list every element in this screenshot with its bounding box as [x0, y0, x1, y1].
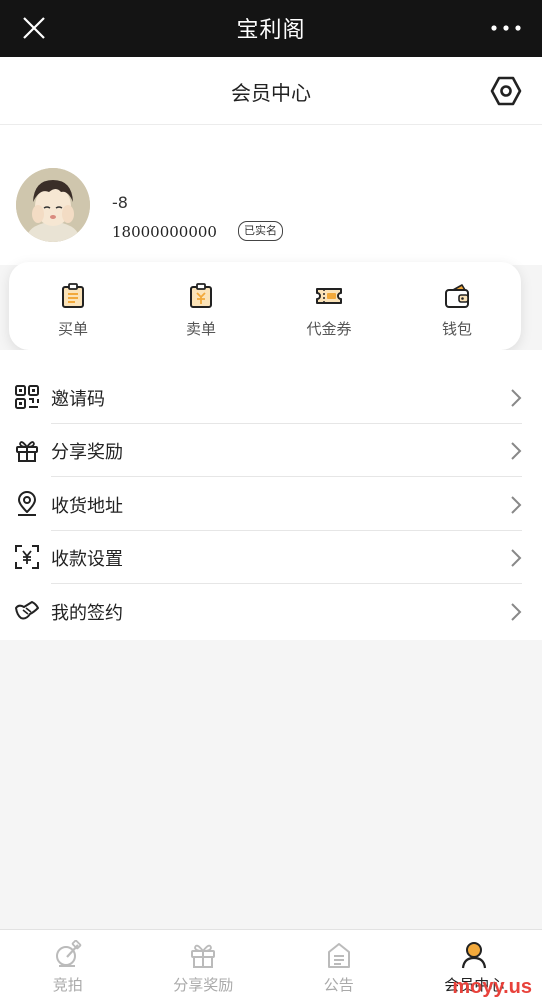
menu-item-label: 分享奖励 [51, 438, 123, 464]
handshake-icon [14, 598, 40, 624]
menu-item-share-reward[interactable]: 分享奖励 [0, 424, 542, 477]
chevron-right-icon [510, 388, 522, 408]
order-item-voucher[interactable]: 代金券 [265, 262, 393, 350]
menu-item-label: 我的签约 [51, 599, 123, 625]
qr-code-icon [14, 384, 40, 410]
buy-order-icon [59, 282, 87, 310]
verified-badge: 已实名 [238, 221, 283, 241]
menu-item-invite-code[interactable]: 邀请码 [0, 371, 542, 424]
notice-icon [324, 940, 354, 970]
order-item-buy[interactable]: 买单 [9, 262, 137, 350]
tab-auction[interactable]: 竞拍 [0, 930, 136, 1004]
orders-card: 买单 卖单 代金券 钱包 [9, 262, 521, 350]
member-icon [459, 940, 489, 970]
tab-label: 竞拍 [53, 974, 83, 995]
location-pin-icon [14, 491, 40, 517]
divider [51, 583, 522, 584]
phone-number: 18000000000 [112, 223, 217, 241]
window-titlebar: 宝利阁 [0, 0, 542, 57]
more-dots-icon[interactable] [488, 18, 524, 38]
page-title: 会员中心 [0, 77, 542, 106]
profile-section: -8 18000000000 已实名 [0, 125, 542, 265]
menu-item-label: 收款设置 [51, 545, 123, 571]
auction-icon [53, 940, 83, 970]
page-header: 会员中心 [0, 57, 542, 125]
order-item-wallet[interactable]: 钱包 [393, 262, 521, 350]
chevron-right-icon [510, 495, 522, 515]
yuan-scan-icon [14, 544, 40, 570]
chevron-right-icon [510, 602, 522, 622]
chevron-right-icon [510, 441, 522, 461]
menu-item-payment-settings[interactable]: 收款设置 [0, 531, 542, 584]
wallet-icon [443, 282, 471, 310]
tab-label: 公告 [324, 974, 354, 995]
menu-item-my-contracts[interactable]: 我的签约 [0, 585, 542, 638]
nickname: -8 [112, 193, 128, 212]
settings-hex-icon[interactable] [490, 75, 522, 107]
tab-label: 分享奖励 [173, 974, 233, 995]
order-item-label: 卖单 [186, 318, 216, 339]
tab-share-reward[interactable]: 分享奖励 [136, 930, 272, 1004]
avatar-illustration [16, 168, 90, 242]
window-title: 宝利阁 [0, 12, 542, 44]
watermark: moyy.us [452, 976, 532, 999]
voucher-icon [315, 282, 343, 310]
avatar[interactable] [16, 168, 90, 242]
order-item-label: 代金券 [306, 318, 351, 339]
menu-item-label: 邀请码 [51, 385, 105, 411]
order-item-label: 钱包 [442, 318, 472, 339]
tab-notice[interactable]: 公告 [271, 930, 407, 1004]
menu-item-shipping-address[interactable]: 收货地址 [0, 478, 542, 531]
order-item-label: 买单 [58, 318, 88, 339]
menu-item-label: 收货地址 [51, 492, 123, 518]
menu-list: 邀请码 分享奖励 收货地址 [0, 350, 542, 640]
order-item-sell[interactable]: 卖单 [137, 262, 265, 350]
gift-icon [14, 437, 40, 463]
gift-icon [188, 940, 218, 970]
divider [51, 476, 522, 477]
chevron-right-icon [510, 548, 522, 568]
sell-order-icon [187, 282, 215, 310]
